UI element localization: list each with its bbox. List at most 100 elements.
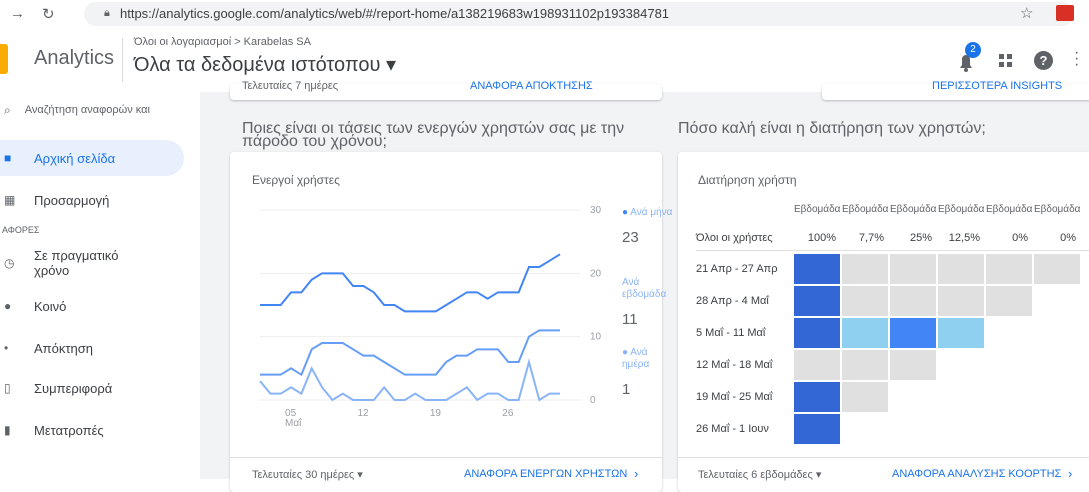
sidebar-item-audience[interactable]: ● Κοινό bbox=[0, 288, 184, 324]
all-users-value: 0% bbox=[1012, 232, 1028, 244]
cohort-row-label: 12 Μαΐ - 18 Μαΐ bbox=[696, 359, 773, 371]
date-range-selector[interactable]: Τελευταίες 30 ημέρες ▾ bbox=[252, 468, 363, 481]
retention-cell[interactable] bbox=[890, 286, 936, 316]
retention-question: Πόσο καλή είναι η διατήρηση των χρηστών; bbox=[678, 120, 986, 137]
x-tick-label: 19 bbox=[430, 408, 442, 419]
retention-cell[interactable] bbox=[890, 318, 936, 348]
retention-cell[interactable] bbox=[842, 318, 888, 348]
week-header: Εβδομάδα 0 bbox=[794, 204, 842, 215]
active-users-card: Ενεργοί χρήστες 0 10 20 30 05 Μαΐ 12 19 26 ● Ανά… bbox=[230, 152, 672, 492]
retention-cell[interactable] bbox=[890, 350, 936, 380]
retention-cell[interactable] bbox=[1034, 254, 1080, 284]
bookmark-star-icon[interactable]: ☆ bbox=[1020, 4, 1033, 22]
active-users-report-link[interactable]: ΑΝΑΦΟΡΑ ΕΝΕΡΓΩΝ ΧΡΗΣΤΩΝ bbox=[464, 468, 627, 480]
acquisition-card: Τελευταίες 7 ημέρες ΑΝΑΦΟΡΑ ΑΠΟΚΤΗΣΗΣ bbox=[230, 80, 662, 100]
sidebar-item-label: Συμπεριφορά bbox=[34, 380, 113, 396]
sidebar-item-label: Κοινό bbox=[34, 298, 67, 314]
week-header: Εβδομάδα 1 bbox=[842, 204, 890, 215]
sidebar-item-conversions[interactable]: ▮ Μετατροπές bbox=[0, 412, 184, 448]
retention-cell[interactable] bbox=[842, 286, 888, 316]
x-tick-sublabel: Μαΐ bbox=[285, 417, 302, 429]
extension-icon[interactable] bbox=[1056, 5, 1074, 21]
all-users-value: 25% bbox=[909, 232, 932, 244]
cohort-row-label: 21 Απρ - 27 Απρ bbox=[696, 263, 778, 275]
legend-daily[interactable]: ● Ανά ημέρα 1 bbox=[622, 347, 676, 398]
retention-cell[interactable] bbox=[986, 254, 1032, 284]
sidebar-item-label: Απόκτηση bbox=[34, 340, 93, 356]
insights-card: ΠΕΡΙΣΣΟΤΕΡΑ INSIGHTS bbox=[822, 80, 1089, 100]
sidebar-item-behavior[interactable]: ▯ Συμπεριφορά bbox=[0, 370, 184, 406]
all-users-label: Όλοι οι χρήστες bbox=[696, 232, 773, 244]
cohort-row-label: 28 Απρ - 4 Μαΐ bbox=[696, 295, 769, 307]
reload-icon[interactable]: ↻ bbox=[42, 5, 55, 23]
card-title: Διατήρηση χρήστη bbox=[698, 173, 797, 187]
more-insights-link[interactable]: ΠΕΡΙΣΣΟΤΕΡΑ INSIGHTS bbox=[932, 80, 1062, 92]
acquisition-range[interactable]: Τελευταίες 7 ημέρες bbox=[242, 80, 338, 92]
help-icon[interactable]: ? bbox=[1034, 51, 1053, 70]
cohort-row-label: 19 Μαΐ - 25 Μαΐ bbox=[696, 391, 773, 403]
property-selector[interactable]: Όλα τα δεδομένα ιστότοπου ▾ bbox=[134, 52, 396, 77]
sidebar-item-realtime[interactable]: ◷ Σε πραγματικό χρόνο bbox=[0, 242, 184, 284]
retention-cell[interactable] bbox=[794, 286, 840, 316]
sidebar: ⌕ Αναζήτηση αναφορών και ■ Αρχική σελίδα… bbox=[0, 92, 200, 479]
sidebar-item-label: Αρχική σελίδα bbox=[34, 150, 116, 166]
sidebar-item-label: Προσαρμογή bbox=[34, 192, 110, 208]
sidebar-item-label: Μετατροπές bbox=[34, 422, 104, 438]
report-search[interactable]: ⌕ Αναζήτηση αναφορών και bbox=[0, 92, 200, 128]
legend-value: 1 bbox=[622, 381, 631, 398]
forward-icon[interactable]: → bbox=[10, 5, 25, 22]
app-title[interactable]: Analytics bbox=[34, 47, 114, 70]
retention-cell[interactable] bbox=[842, 350, 888, 380]
week-header: Εβδομάδα 2 bbox=[890, 204, 938, 215]
all-users-value: 0% bbox=[1060, 232, 1076, 244]
cohort-report-link[interactable]: ΑΝΑΦΟΡΑ ΑΝΑΛΥΣΗΣ ΚΟΟΡΤΗΣ bbox=[892, 468, 1061, 480]
sidebar-item-acquisition[interactable]: • Απόκτηση bbox=[0, 330, 184, 366]
acquisition-icon: • bbox=[4, 341, 9, 355]
section-header-reports: ΑΦΟΡΕΣ bbox=[2, 225, 40, 235]
browser-toolbar: → ↻ 🔒︎ https://analytics.google.com/anal… bbox=[0, 0, 1089, 29]
retention-cell[interactable] bbox=[842, 254, 888, 284]
retention-cell[interactable] bbox=[938, 254, 984, 284]
breadcrumb[interactable]: Όλοι οι λογαριασμοί > Karabelas SA bbox=[134, 36, 311, 48]
behavior-icon: ▯ bbox=[4, 381, 11, 395]
realtime-icon: ◷ bbox=[4, 256, 15, 270]
acquisition-report-link[interactable]: ΑΝΑΦΟΡΑ ΑΠΟΚΤΗΣΗΣ bbox=[470, 80, 593, 92]
legend-label: Ανά εβδομάδα bbox=[622, 277, 667, 300]
weeks-range-selector[interactable]: Τελευταίες 6 εβδομάδες ▾ bbox=[698, 468, 821, 481]
notification-badge: 2 bbox=[965, 42, 981, 58]
retention-cell[interactable] bbox=[890, 254, 936, 284]
week-header: Εβδομάδα 3 bbox=[938, 204, 986, 215]
active-users-chart: 010203005Μαΐ12 19 26 bbox=[259, 205, 602, 429]
week-header: Εβδομάδα 4 bbox=[986, 204, 1034, 215]
sidebar-item-customization[interactable]: ▦ Προσαρμογή bbox=[0, 182, 184, 218]
retention-cell[interactable] bbox=[794, 318, 840, 348]
notifications-button[interactable]: 2 bbox=[955, 42, 981, 74]
sidebar-item-label: Σε πραγματικό χρόνο bbox=[34, 248, 119, 278]
retention-cell[interactable] bbox=[794, 254, 840, 284]
report-search-input[interactable]: Αναζήτηση αναφορών και bbox=[25, 104, 150, 116]
table-divider bbox=[696, 250, 1089, 251]
more-vert-icon[interactable]: · · · bbox=[1074, 45, 1079, 73]
legend-monthly[interactable]: ● Ανά μήνα 23 bbox=[622, 207, 672, 246]
apps-grid-icon[interactable] bbox=[999, 54, 1013, 73]
legend-weekly[interactable]: Ανά εβδομάδα 11 bbox=[622, 277, 676, 328]
all-users-value: 7,7% bbox=[858, 232, 884, 244]
all-users-value: 100% bbox=[807, 232, 836, 244]
retention-cell[interactable] bbox=[938, 286, 984, 316]
url-text[interactable]: https://analytics.google.com/analytics/w… bbox=[120, 6, 669, 21]
retention-cell[interactable] bbox=[794, 414, 840, 444]
sidebar-item-home[interactable]: ■ Αρχική σελίδα bbox=[0, 140, 184, 176]
retention-cell[interactable] bbox=[794, 350, 840, 380]
legend-dot: ● bbox=[622, 347, 629, 358]
retention-cell[interactable] bbox=[842, 382, 888, 412]
customization-icon: ▦ bbox=[4, 193, 16, 207]
retention-cell[interactable] bbox=[938, 318, 984, 348]
legend-label: Ανά μήνα bbox=[630, 207, 673, 218]
week-header: Εβδομάδα 5 bbox=[1034, 204, 1082, 215]
header-divider bbox=[122, 38, 123, 82]
all-users-value: 12,5% bbox=[948, 232, 980, 244]
retention-cell[interactable] bbox=[986, 286, 1032, 316]
card-title: Ενεργοί χρήστες bbox=[252, 173, 340, 187]
search-icon: ⌕ bbox=[4, 102, 11, 117]
retention-cell[interactable] bbox=[794, 382, 840, 412]
